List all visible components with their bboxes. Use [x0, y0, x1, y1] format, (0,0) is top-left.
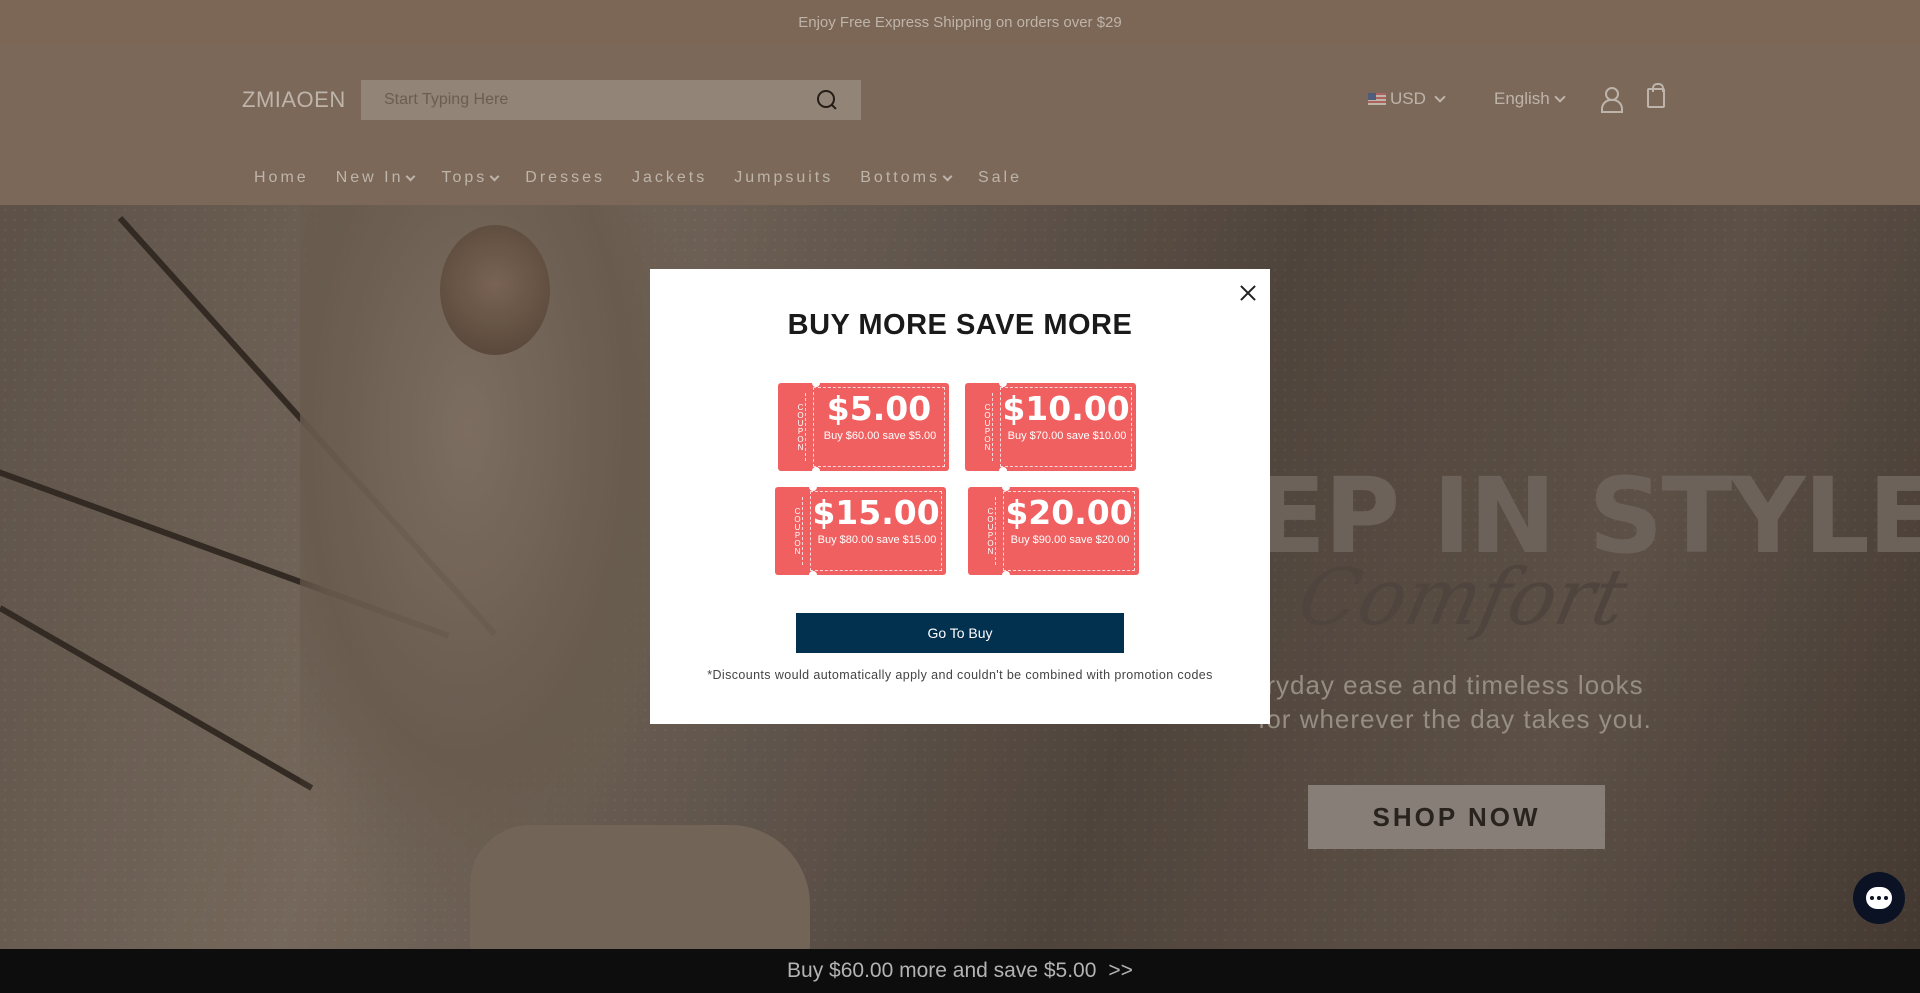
chevron-down-icon [1554, 91, 1566, 103]
nav-label: Jackets [631, 169, 708, 186]
arrow-icon: >> [1108, 959, 1133, 982]
site-header: ZMIAOEN USD English Home New In Tops Dre… [0, 45, 1920, 205]
coupon-tag: COUPON [781, 497, 803, 565]
nav-item-new-in[interactable]: New In [335, 169, 416, 187]
coupon-tag: COUPON [971, 393, 993, 461]
coupon-tag: COUPON [974, 497, 996, 565]
cart-progress-bar[interactable]: Buy $60.00 more and save $5.00 >> [0, 949, 1920, 993]
nav-item-jackets[interactable]: Jackets [632, 169, 707, 187]
search-bar [361, 80, 861, 120]
chevron-down-icon [489, 171, 500, 181]
hero-script-text: Comfort [1290, 553, 1635, 643]
coupon-desc: Buy $70.00 save $10.00 [1007, 430, 1127, 442]
currency-label: USD [1390, 89, 1426, 108]
hero-model-shoe [470, 825, 810, 949]
coupon-notch [999, 379, 1007, 387]
coupon-notch [809, 571, 817, 579]
nav-label: Bottoms [860, 169, 940, 186]
chat-icon [1866, 887, 1892, 909]
nav-label: Jumpsuits [734, 169, 834, 186]
nav-item-jumpsuits[interactable]: Jumpsuits [734, 169, 833, 187]
coupon-amount: $5.00 [826, 389, 932, 428]
nav-item-sale[interactable]: Sale [978, 169, 1022, 187]
nav-label: Home [254, 169, 309, 186]
coupon-desc: Buy $60.00 save $5.00 [823, 430, 937, 442]
coupon-amount: $10.00 [1002, 389, 1130, 428]
coupon-card[interactable]: COUPON $10.00 Buy $70.00 save $10.00 [965, 379, 1136, 475]
hero-subtitle-line: for wherever the day takes you. [1258, 704, 1652, 734]
coupon-desc: Buy $90.00 save $20.00 [1010, 534, 1130, 546]
announcement-text: Enjoy Free Express Shipping on orders ov… [798, 14, 1122, 31]
currency-selector[interactable]: USD [1368, 89, 1446, 109]
coupon-card[interactable]: COUPON $20.00 Buy $90.00 save $20.00 [968, 483, 1139, 579]
coupon-notch [809, 483, 817, 491]
coupon-tag-text: COUPON [983, 403, 992, 451]
nav-item-dresses[interactable]: Dresses [525, 169, 605, 187]
coupon-notch [1002, 571, 1010, 579]
nav-label: Tops [441, 169, 488, 186]
hero-subtitle-line: ryday ease and timeless looks [1266, 670, 1644, 700]
shopping-bag-icon[interactable] [1647, 83, 1665, 108]
coupon-notch [999, 467, 1007, 475]
coupon-tag-text: COUPON [793, 507, 802, 555]
chevron-down-icon [406, 171, 416, 181]
language-selector[interactable]: English [1494, 89, 1566, 109]
search-input[interactable] [384, 91, 816, 109]
modal-title: BUY MORE SAVE MORE [787, 309, 1133, 341]
main-nav: Home New In Tops Dresses Jackets Jumpsui… [254, 169, 1022, 187]
coupon-tag-text: COUPON [986, 507, 995, 555]
nav-label: New In [335, 169, 404, 186]
close-icon[interactable] [1236, 281, 1260, 305]
coupon-notch [1002, 483, 1010, 491]
coupon-tag-text: COUPON [796, 403, 805, 451]
nav-label: Dresses [525, 169, 605, 186]
hero-model-head [440, 225, 550, 355]
coupon-amount: $20.00 [1005, 493, 1133, 532]
chevron-down-icon [942, 171, 953, 181]
go-to-buy-button[interactable]: Go To Buy [796, 613, 1124, 653]
coupon-desc: Buy $80.00 save $15.00 [817, 534, 937, 546]
nav-item-bottoms[interactable]: Bottoms [860, 169, 953, 187]
discount-note: *Discounts would automatically apply and… [707, 668, 1213, 682]
hero-subtitle: ryday ease and timeless looks for wherev… [1220, 668, 1690, 736]
coupon-amount: $15.00 [812, 493, 940, 532]
language-label: English [1494, 89, 1550, 108]
cart-progress-text: Buy $60.00 more and save $5.00 [787, 959, 1097, 982]
promo-modal: BUY MORE SAVE MORE COUPON $5.00 Buy $60.… [650, 269, 1270, 724]
nav-item-home[interactable]: Home [254, 169, 309, 187]
chat-button[interactable] [1853, 872, 1905, 924]
announcement-bar: Enjoy Free Express Shipping on orders ov… [0, 0, 1920, 45]
nav-item-tops[interactable]: Tops [441, 169, 500, 187]
chevron-down-icon [1434, 91, 1446, 103]
shop-now-button[interactable]: SHOP NOW [1308, 785, 1605, 849]
flag-us-icon [1368, 93, 1386, 105]
user-icon[interactable] [1600, 86, 1623, 113]
coupon-card[interactable]: COUPON $5.00 Buy $60.00 save $5.00 [778, 379, 949, 475]
nav-label: Sale [977, 169, 1022, 186]
coupon-notch [812, 467, 820, 475]
coupon-notch [812, 379, 820, 387]
search-icon[interactable] [816, 89, 838, 111]
coupon-card[interactable]: COUPON $15.00 Buy $80.00 save $15.00 [775, 483, 946, 579]
logo[interactable]: ZMIAOEN [242, 87, 346, 113]
coupon-tag: COUPON [784, 393, 806, 461]
